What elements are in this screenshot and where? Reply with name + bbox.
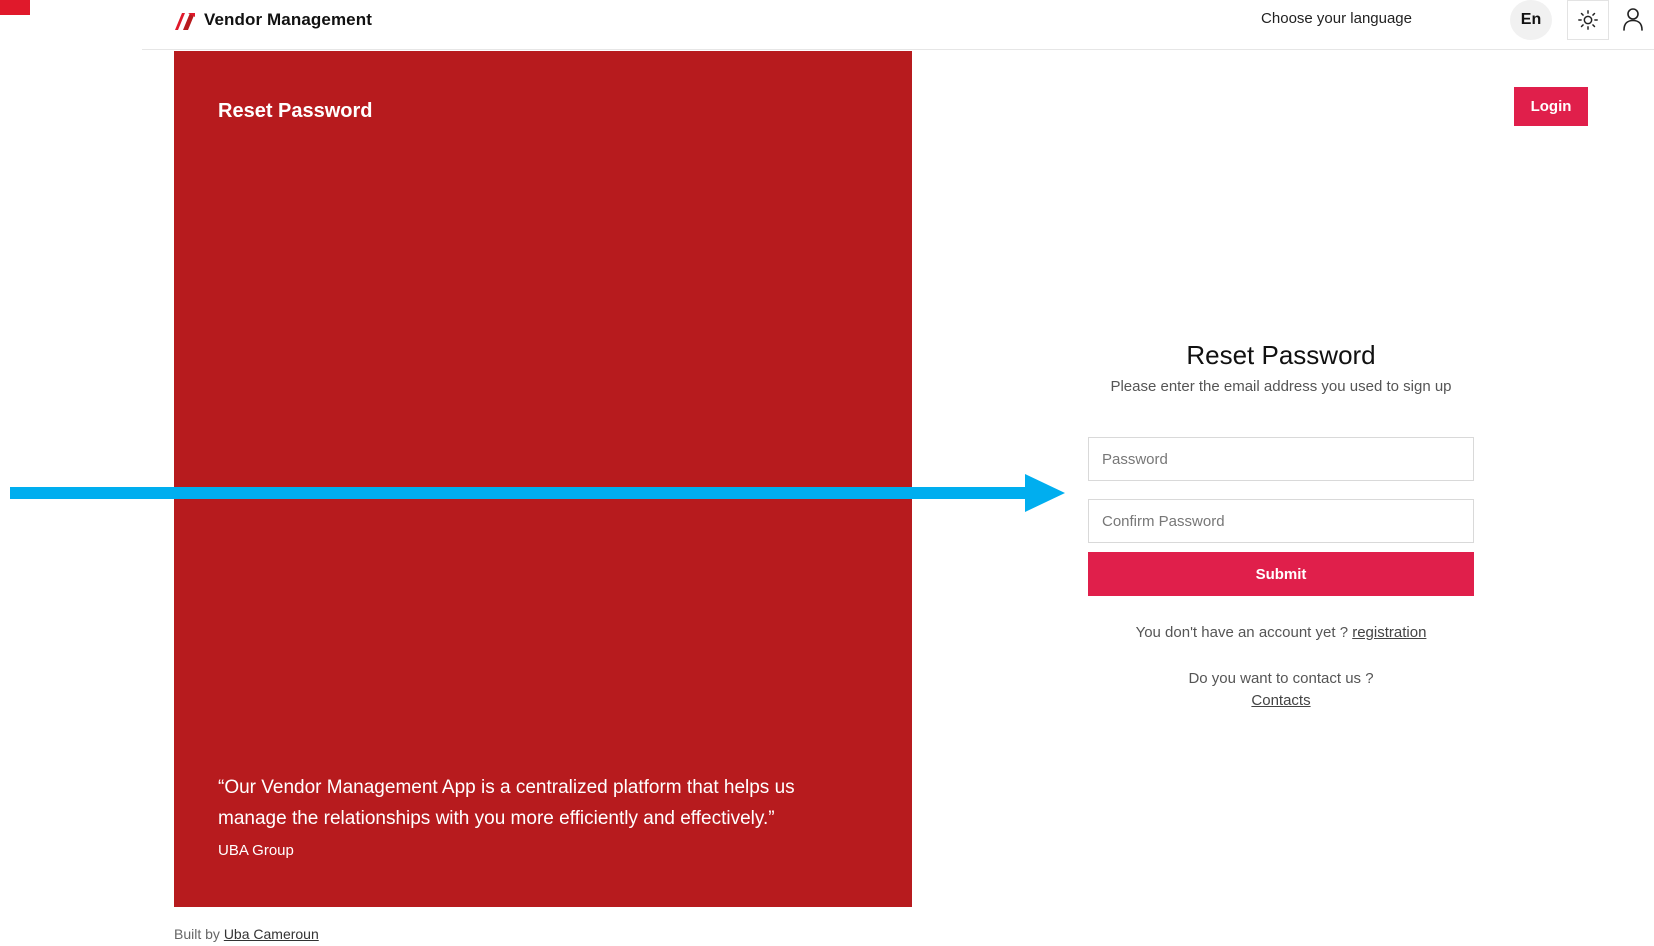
hero-title: Reset Password — [218, 100, 373, 122]
app-name: Vendor Management — [204, 10, 372, 29]
language-label: Choose your language — [1261, 10, 1412, 27]
contact-prompt-text: Do you want to contact us ? — [1188, 670, 1374, 687]
form-title: Reset Password — [1186, 340, 1376, 370]
footer-credit: Built by Uba Cameroun — [174, 926, 319, 942]
signup-prompt: You don't have an account yet ? registra… — [1088, 624, 1474, 641]
signup-prompt-text: You don't have an account yet ? — [1135, 624, 1349, 641]
contact-prompt: Do you want to contact us ? Contacts — [1088, 668, 1474, 712]
contacts-link[interactable]: Contacts — [1251, 692, 1310, 709]
submit-button[interactable]: Submit — [1088, 552, 1474, 596]
theme-toggle-button[interactable] — [1567, 0, 1609, 40]
form-subtitle: Please enter the email address you used … — [1110, 378, 1452, 395]
language-switcher-button[interactable]: En — [1510, 0, 1552, 40]
sun-icon — [1578, 10, 1598, 30]
password-input[interactable] — [1088, 437, 1474, 481]
user-account-button[interactable] — [1618, 0, 1648, 38]
footer-prefix: Built by — [174, 926, 220, 942]
registration-link[interactable]: registration — [1352, 624, 1426, 641]
hero-quote-author: UBA Group — [218, 842, 294, 859]
confirm-password-input[interactable] — [1088, 499, 1474, 543]
annotation-arrow-icon — [10, 474, 1065, 512]
user-icon — [1623, 8, 1643, 31]
brand[interactable]: Vendor Management — [174, 8, 372, 32]
login-button[interactable]: Login — [1514, 87, 1588, 126]
footer-company-link[interactable]: Uba Cameroun — [224, 926, 319, 942]
reset-password-form: Reset Password Please enter the email ad… — [1088, 335, 1474, 709]
hero-quote: “Our Vendor Management App is a centrali… — [218, 777, 795, 829]
top-navigation-bar: Vendor Management Choose your language E… — [142, 0, 1654, 50]
brand-logo-icon — [175, 13, 195, 30]
corner-marker — [0, 0, 30, 15]
